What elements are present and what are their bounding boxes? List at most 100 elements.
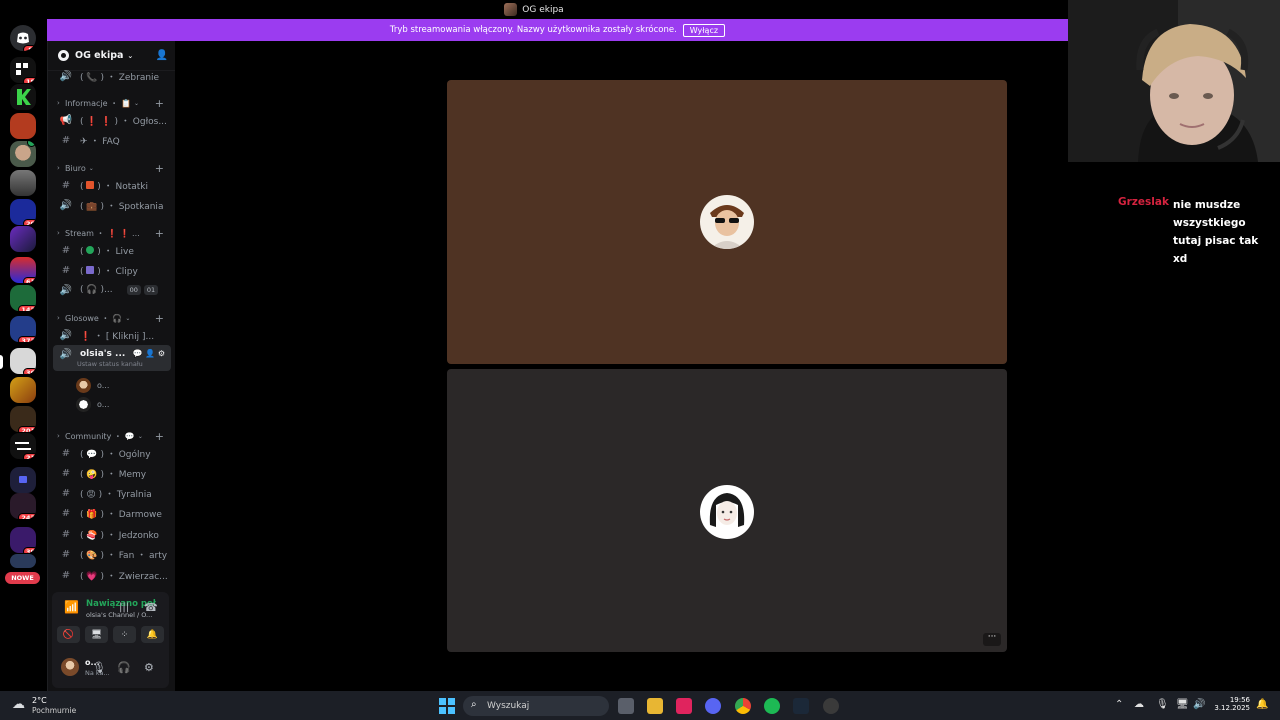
server-icon-arrows[interactable]: 21 (10, 433, 36, 459)
category-biuro[interactable]: › Biuro ⌄ + (48, 161, 176, 175)
participant-tile[interactable]: ··· (447, 369, 1007, 652)
channel-olsia-active[interactable]: 🔊 olsia's ... 💬 👤 ⚙ Ustaw status kanału (53, 345, 171, 371)
channel-kliknij[interactable]: 🔊 ❗ ・ [ Kliknij ]... (48, 326, 176, 344)
channel-tyralnia[interactable]: # ( 😡 ) ・ Tyralnia (48, 484, 176, 502)
category-stream[interactable]: › Stream ・ ❗ ❗ ... + (48, 226, 176, 240)
app-icon[interactable] (823, 698, 839, 714)
gear-icon[interactable]: ⚙ (158, 349, 165, 358)
new-servers-badge[interactable]: NOWE (5, 572, 40, 584)
folder-icon[interactable] (10, 467, 36, 493)
disable-streamer-mode-button[interactable]: Wyłącz (682, 23, 726, 37)
create-channel-icon[interactable]: + (155, 227, 164, 240)
tiktok-icon[interactable] (676, 698, 692, 714)
server-icon-navy[interactable]: 373 (10, 316, 36, 342)
disconnect-icon[interactable]: ☎ (144, 601, 158, 614)
taskbar-search[interactable]: ⌕ Wyszukaj (463, 696, 609, 716)
server-icon-violet[interactable]: 39 (10, 527, 36, 553)
volume-icon[interactable]: 🔊 (1193, 699, 1205, 710)
create-channel-icon[interactable]: + (155, 162, 164, 175)
channel-status-text[interactable]: Ustaw status kanału (77, 360, 143, 368)
create-channel-icon[interactable]: + (155, 430, 164, 443)
server-icon-purple[interactable] (10, 226, 36, 252)
chrome-icon[interactable] (735, 698, 751, 714)
add-member-icon[interactable]: 👤 (156, 50, 168, 61)
channel-live[interactable]: # ( ) ・ Live (48, 241, 176, 259)
screen-share-button[interactable]: 🖥 (85, 626, 108, 643)
create-channel-icon[interactable]: + (155, 312, 164, 325)
server-icon-gray[interactable] (10, 170, 36, 196)
category-glosowe[interactable]: › Glosowe ・ 🎧 ⌄ + (48, 311, 176, 325)
category-community[interactable]: › Community ・ 💬 ⌄ + (48, 429, 176, 443)
channel-memy[interactable]: # ( 🤪 ) ・ Memy (48, 464, 176, 482)
more-options-button[interactable]: ··· (983, 633, 1001, 646)
discord-home-icon[interactable]: 8 (10, 25, 36, 51)
banner-text: Tryb streamowania włączony. Nazwy użytko… (389, 25, 677, 35)
headphones-icon[interactable]: 🎧 (117, 661, 131, 674)
user-limit-chip: 01 (143, 285, 159, 295)
clock-time: 19:56 (1229, 696, 1250, 704)
server-icon-og-ekipa[interactable]: 36 (10, 348, 36, 374)
notification-icon[interactable]: 🔔 (1256, 699, 1268, 710)
create-channel-icon[interactable]: + (155, 97, 164, 110)
face-icon: 🤪 (86, 469, 98, 480)
chat-bubble-icon[interactable]: 💬 (133, 349, 143, 358)
chat-message: nie musdze wszystkiego tutaj pisac tak x… (1173, 199, 1259, 265)
server-icon-green-k[interactable] (10, 84, 36, 110)
hash-icon: # (61, 569, 71, 581)
participant-tile[interactable] (447, 80, 1007, 364)
steam-icon[interactable] (793, 698, 809, 714)
avatar[interactable] (61, 658, 79, 676)
search-placeholder: Wyszukaj (487, 701, 530, 711)
channel-ogolny[interactable]: # ( 💬 ) ・ Ogólny (48, 444, 176, 462)
channel-darmowe[interactable]: # ( 🎁 ) ・ Darmowe (48, 504, 176, 522)
channel-faq[interactable]: # ✈ ・ FAQ (48, 131, 176, 149)
channel-fan-arty[interactable]: # ( 🎨 ) ・ Fan ・ arty (48, 545, 176, 563)
spotify-icon[interactable] (764, 698, 780, 714)
taskbar-clock[interactable]: 19:56 3.12.2025 (1210, 696, 1250, 712)
chevron-up-icon[interactable]: ⌃ (1115, 699, 1123, 710)
mic-icon[interactable]: 🎙 (92, 661, 106, 674)
hash-icon: # (61, 179, 71, 191)
server-icon-dark[interactable]: 201 (10, 406, 36, 432)
chevron-down-icon: ⌄ (134, 99, 140, 107)
task-view-icon[interactable] (618, 698, 634, 714)
voice-connection-panel: 📶 Nawiązano poł olsia's Channel / O... |… (52, 592, 169, 688)
mic-tray-icon[interactable]: 🎙 (1156, 699, 1169, 710)
server-icon-avatar[interactable] (10, 141, 36, 167)
channel-notatki[interactable]: # ( ) ・ Notatki (48, 176, 176, 194)
server-icon-red-blue[interactable]: 61 (10, 257, 36, 283)
server-icon-kick[interactable]: 18 (10, 57, 36, 83)
angry-face-icon: 😡 (86, 489, 96, 500)
server-icon-blue[interactable]: 20 (10, 199, 36, 225)
channel-ogloszenia[interactable]: 📢 ( ❗ ❗ ) ・ Ogłos... (48, 111, 176, 129)
discord-icon[interactable] (705, 698, 721, 714)
participant-avatar (700, 195, 754, 249)
channel-label: Clipy (115, 266, 138, 277)
invite-icon[interactable]: 👤 (145, 349, 155, 358)
channel-zwierzaki[interactable]: # ( 💗 ) ・ Zwierzac... (48, 566, 176, 584)
channel-spotkania[interactable]: 🔊 ( 💼 ) ・ Spotkania (48, 196, 176, 214)
network-icon[interactable]: 🖥 (1176, 699, 1189, 710)
file-explorer-icon[interactable] (647, 698, 663, 714)
cloud-tray-icon[interactable]: ☁ (1134, 699, 1144, 710)
channel-jedzonko[interactable]: # ( 🍣 ) ・ Jedzonko (48, 525, 176, 543)
start-icon[interactable] (439, 698, 455, 714)
server-icon-yellow[interactable] (10, 377, 36, 403)
camera-off-button[interactable]: 🚫 (57, 626, 80, 643)
noise-suppression-icon[interactable]: ||| (119, 602, 129, 613)
server-icon-orange[interactable] (10, 113, 36, 139)
voice-member[interactable]: o... (76, 396, 109, 412)
channel-clipy[interactable]: # ( ) ・ Clipy (48, 261, 176, 279)
server-icon-green[interactable]: 142 (10, 285, 36, 311)
category-informacje[interactable]: › Informacje ・ 📋 ⌄ + (48, 96, 176, 110)
signal-icon[interactable]: 📶 (64, 600, 80, 616)
soundboard-button[interactable]: 🔔 (141, 626, 164, 643)
activities-button[interactable]: ⁘ (113, 626, 136, 643)
channel-zebranie[interactable]: 🔊 ( 📞 ) ・ Zebranie (48, 67, 176, 85)
channel-headset[interactable]: 🔊 ( 🎧 )... 00 01 (48, 281, 176, 299)
voice-member[interactable]: o... (76, 377, 109, 393)
server-icon-small[interactable] (10, 554, 36, 568)
gear-icon[interactable]: ⚙ (144, 661, 154, 674)
server-icon-pink[interactable]: 243 (10, 493, 36, 519)
hash-icon: # (61, 134, 71, 146)
